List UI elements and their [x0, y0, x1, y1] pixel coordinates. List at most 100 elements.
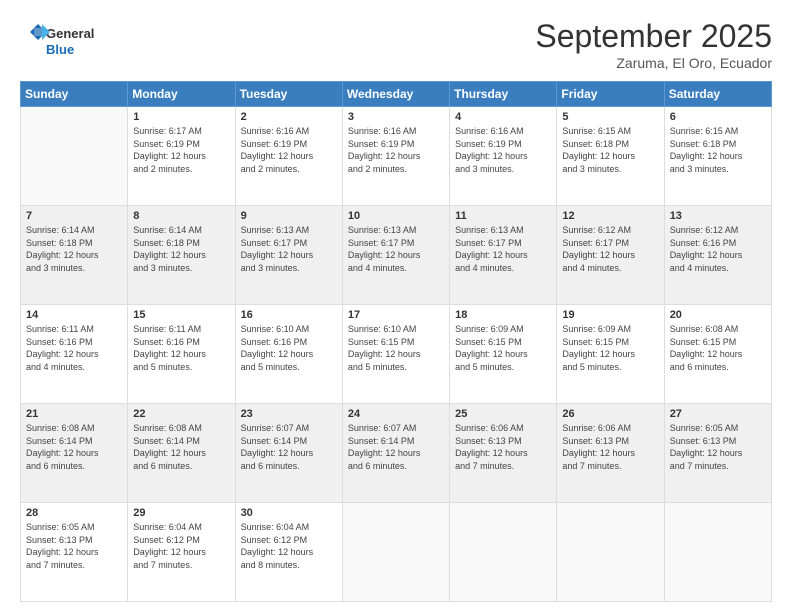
day-info: Sunrise: 6:08 AMSunset: 6:14 PMDaylight:… [133, 422, 229, 472]
day-info: Sunrise: 6:06 AMSunset: 6:13 PMDaylight:… [455, 422, 551, 472]
day-info: Sunrise: 6:09 AMSunset: 6:15 PMDaylight:… [562, 323, 658, 373]
calendar-cell: 28 Sunrise: 6:05 AMSunset: 6:13 PMDayligh… [21, 503, 128, 602]
day-number: 13 [670, 210, 766, 222]
day-number: 3 [348, 111, 444, 123]
calendar-week-row: 28 Sunrise: 6:05 AMSunset: 6:13 PMDayligh… [21, 503, 772, 602]
day-number: 24 [348, 408, 444, 420]
day-info: Sunrise: 6:13 AMSunset: 6:17 PMDaylight:… [241, 224, 337, 274]
day-number: 28 [26, 507, 122, 519]
day-info: Sunrise: 6:15 AMSunset: 6:18 PMDaylight:… [670, 125, 766, 175]
day-info: Sunrise: 6:12 AMSunset: 6:16 PMDaylight:… [670, 224, 766, 274]
day-number: 26 [562, 408, 658, 420]
calendar-cell: 23Sunrise: 6:07 AMSunset: 6:14 PMDayligh… [235, 404, 342, 503]
day-number: 29 [133, 507, 229, 519]
day-info: Sunrise: 6:15 AMSunset: 6:18 PMDaylight:… [562, 125, 658, 175]
day-info: Sunrise: 6:06 AMSunset: 6:13 PMDaylight:… [562, 422, 658, 472]
day-info: Sunrise: 6:08 AMSunset: 6:15 PMDaylight:… [670, 323, 766, 373]
day-info: Sunrise: 6:08 AMSunset: 6:14 PMDaylight:… [26, 422, 122, 472]
day-info: Sunrise: 6:16 AMSunset: 6:19 PMDaylight:… [455, 125, 551, 175]
calendar-cell: 10 Sunrise: 6:13 AMSunset: 6:17 PMDayligh… [342, 206, 449, 305]
day-number: 20 [670, 309, 766, 321]
calendar-cell: 17 Sunrise: 6:10 AMSunset: 6:15 PMDayligh… [342, 305, 449, 404]
day-number: 9 [241, 210, 337, 222]
col-header-thursday: Thursday [450, 82, 557, 107]
day-number: 12 [562, 210, 658, 222]
col-header-tuesday: Tuesday [235, 82, 342, 107]
location-subtitle: Zaruma, El Oro, Ecuador [535, 55, 772, 71]
day-number: 11 [455, 210, 551, 222]
calendar-cell: 19 Sunrise: 6:09 AMSunset: 6:15 PMDayligh… [557, 305, 664, 404]
calendar-cell: 24 Sunrise: 6:07 AMSunset: 6:14 PMDayligh… [342, 404, 449, 503]
calendar-header-row: SundayMondayTuesdayWednesdayThursdayFrid… [21, 82, 772, 107]
day-number: 1 [133, 111, 229, 123]
day-number: 10 [348, 210, 444, 222]
day-number: 17 [348, 309, 444, 321]
calendar-cell: 14Sunrise: 6:11 AMSunset: 6:16 PMDayligh… [21, 305, 128, 404]
calendar-cell: 5 Sunrise: 6:15 AMSunset: 6:18 PMDaylight… [557, 107, 664, 206]
day-number: 15 [133, 309, 229, 321]
day-number: 30 [241, 507, 337, 519]
day-number: 2 [241, 111, 337, 123]
col-header-wednesday: Wednesday [342, 82, 449, 107]
month-title: September 2025 [535, 18, 772, 55]
day-info: Sunrise: 6:14 AMSunset: 6:18 PMDaylight:… [26, 224, 122, 274]
calendar-cell [664, 503, 771, 602]
day-info: Sunrise: 6:07 AMSunset: 6:14 PMDaylight:… [348, 422, 444, 472]
day-number: 25 [455, 408, 551, 420]
day-number: 27 [670, 408, 766, 420]
day-number: 21 [26, 408, 122, 420]
calendar-cell: 9 Sunrise: 6:13 AMSunset: 6:17 PMDaylight… [235, 206, 342, 305]
day-info: Sunrise: 6:13 AMSunset: 6:17 PMDaylight:… [348, 224, 444, 274]
calendar-table: SundayMondayTuesdayWednesdayThursdayFrid… [20, 81, 772, 602]
calendar-cell: 11 Sunrise: 6:13 AMSunset: 6:17 PMDayligh… [450, 206, 557, 305]
calendar-cell: 15 Sunrise: 6:11 AMSunset: 6:16 PMDayligh… [128, 305, 235, 404]
day-number: 5 [562, 111, 658, 123]
page: General Blue September 2025 Zaruma, El O… [0, 0, 792, 612]
svg-text:General: General [46, 26, 94, 41]
calendar-cell [342, 503, 449, 602]
logo: General Blue [20, 18, 130, 67]
calendar-cell: 18 Sunrise: 6:09 AMSunset: 6:15 PMDayligh… [450, 305, 557, 404]
day-info: Sunrise: 6:09 AMSunset: 6:15 PMDaylight:… [455, 323, 551, 373]
day-info: Sunrise: 6:12 AMSunset: 6:17 PMDaylight:… [562, 224, 658, 274]
col-header-monday: Monday [128, 82, 235, 107]
day-info: Sunrise: 6:11 AMSunset: 6:16 PMDaylight:… [26, 323, 122, 373]
calendar-week-row: 7 Sunrise: 6:14 AMSunset: 6:18 PMDaylight… [21, 206, 772, 305]
svg-text:Blue: Blue [46, 42, 74, 57]
calendar-cell: 16Sunrise: 6:10 AMSunset: 6:16 PMDayligh… [235, 305, 342, 404]
calendar-week-row: 1Sunrise: 6:17 AMSunset: 6:19 PMDaylight… [21, 107, 772, 206]
calendar-cell: 7 Sunrise: 6:14 AMSunset: 6:18 PMDaylight… [21, 206, 128, 305]
day-info: Sunrise: 6:11 AMSunset: 6:16 PMDaylight:… [133, 323, 229, 373]
calendar-cell: 25 Sunrise: 6:06 AMSunset: 6:13 PMDayligh… [450, 404, 557, 503]
day-info: Sunrise: 6:04 AMSunset: 6:12 PMDaylight:… [241, 521, 337, 571]
day-info: Sunrise: 6:14 AMSunset: 6:18 PMDaylight:… [133, 224, 229, 274]
calendar-cell: 8Sunrise: 6:14 AMSunset: 6:18 PMDaylight… [128, 206, 235, 305]
header: General Blue September 2025 Zaruma, El O… [20, 18, 772, 71]
day-info: Sunrise: 6:07 AMSunset: 6:14 PMDaylight:… [241, 422, 337, 472]
day-number: 6 [670, 111, 766, 123]
calendar-cell: 22 Sunrise: 6:08 AMSunset: 6:14 PMDayligh… [128, 404, 235, 503]
day-number: 18 [455, 309, 551, 321]
day-info: Sunrise: 6:05 AMSunset: 6:13 PMDaylight:… [26, 521, 122, 571]
calendar-cell [557, 503, 664, 602]
day-number: 19 [562, 309, 658, 321]
calendar-cell [450, 503, 557, 602]
calendar-cell: 1Sunrise: 6:17 AMSunset: 6:19 PMDaylight… [128, 107, 235, 206]
calendar-cell: 26 Sunrise: 6:06 AMSunset: 6:13 PMDayligh… [557, 404, 664, 503]
calendar-cell: 13 Sunrise: 6:12 AMSunset: 6:16 PMDayligh… [664, 206, 771, 305]
day-info: Sunrise: 6:13 AMSunset: 6:17 PMDaylight:… [455, 224, 551, 274]
calendar-cell: 21 Sunrise: 6:08 AMSunset: 6:14 PMDayligh… [21, 404, 128, 503]
logo-text: General Blue [20, 18, 130, 67]
calendar-cell: 4Sunrise: 6:16 AMSunset: 6:19 PMDaylight… [450, 107, 557, 206]
day-info: Sunrise: 6:16 AMSunset: 6:19 PMDaylight:… [348, 125, 444, 175]
calendar-cell: 3 Sunrise: 6:16 AMSunset: 6:19 PMDaylight… [342, 107, 449, 206]
title-block: September 2025 Zaruma, El Oro, Ecuador [535, 18, 772, 71]
day-info: Sunrise: 6:10 AMSunset: 6:15 PMDaylight:… [348, 323, 444, 373]
calendar-cell: 30 Sunrise: 6:04 AMSunset: 6:12 PMDayligh… [235, 503, 342, 602]
calendar-cell [21, 107, 128, 206]
day-number: 7 [26, 210, 122, 222]
day-number: 22 [133, 408, 229, 420]
calendar-cell: 2Sunrise: 6:16 AMSunset: 6:19 PMDaylight… [235, 107, 342, 206]
day-number: 16 [241, 309, 337, 321]
calendar-cell: 27Sunrise: 6:05 AMSunset: 6:13 PMDayligh… [664, 404, 771, 503]
